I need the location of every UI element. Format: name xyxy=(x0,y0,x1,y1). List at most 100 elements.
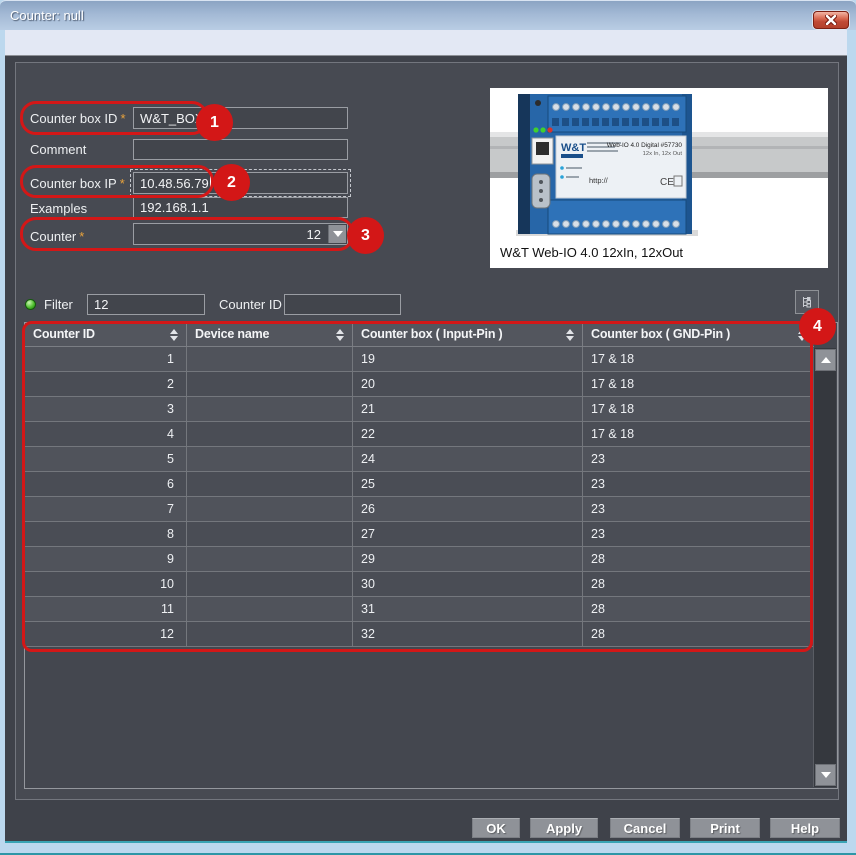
text-caret xyxy=(210,176,211,190)
column-title: Counter ID xyxy=(33,327,95,341)
counter-id-filter-input[interactable] xyxy=(284,294,401,315)
counter-box-id-input[interactable]: W&T_BOX xyxy=(133,107,348,129)
ok-button[interactable]: OK xyxy=(472,818,520,838)
cell-device-name xyxy=(187,547,353,571)
cell-device-name xyxy=(187,622,353,646)
cell-counter-id: 12 xyxy=(25,622,187,646)
cell-input-pin: 19 xyxy=(353,347,583,371)
cell-counter-id: 3 xyxy=(25,397,187,421)
cell-device-name xyxy=(187,372,353,396)
arrow-up-icon xyxy=(821,357,831,363)
counter-select[interactable]: 12 xyxy=(133,223,348,245)
close-icon xyxy=(825,15,837,25)
table-row[interactable]: 113128 xyxy=(25,597,814,622)
counter-box-ip-input[interactable]: 10.48.56.79 xyxy=(133,172,348,194)
window-title: Counter: null xyxy=(10,1,84,31)
counter-label: Counter* xyxy=(30,228,84,246)
apply-button[interactable]: Apply xyxy=(530,818,598,838)
table-scrollbar[interactable] xyxy=(813,348,836,787)
table-row[interactable]: 11917 & 18 xyxy=(25,347,814,372)
product-image: W&T Web-IO 4.0 Digital #57730 12x In, 12… xyxy=(490,88,828,268)
svg-text:12x In, 12x Out: 12x In, 12x Out xyxy=(643,151,683,157)
table-header: Counter ID Device name Counter box ( Inp… xyxy=(25,323,814,347)
sort-icon[interactable] xyxy=(170,329,178,341)
cell-input-pin: 31 xyxy=(353,597,583,621)
cell-input-pin: 25 xyxy=(353,472,583,496)
cell-input-pin: 26 xyxy=(353,497,583,521)
scroll-up-button[interactable] xyxy=(815,349,836,371)
table-row[interactable]: 62523 xyxy=(25,472,814,497)
cancel-button[interactable]: Cancel xyxy=(610,818,680,838)
column-title: Counter box ( GND-Pin ) xyxy=(591,327,730,341)
product-caption: W&T Web-IO 4.0 12xIn, 12xOut xyxy=(500,245,683,260)
column-title: Counter box ( Input-Pin ) xyxy=(361,327,503,341)
column-header-input-pin[interactable]: Counter box ( Input-Pin ) xyxy=(353,323,583,346)
cell-gnd-pin: 28 xyxy=(583,547,814,571)
label-text: Examples xyxy=(30,201,87,216)
cell-counter-id: 2 xyxy=(25,372,187,396)
cell-counter-id: 11 xyxy=(25,597,187,621)
input-value: 10.48.56.79 xyxy=(140,176,209,191)
filter-label: Filter xyxy=(44,296,73,314)
cell-counter-id: 4 xyxy=(25,422,187,446)
counter-id-filter-label: Counter ID xyxy=(219,296,282,314)
sort-icon[interactable] xyxy=(798,329,806,341)
cell-device-name xyxy=(187,447,353,471)
cell-counter-id: 8 xyxy=(25,522,187,546)
counter-box-id-label: Counter box ID* xyxy=(30,110,126,128)
column-header-device-name[interactable]: Device name xyxy=(187,323,353,346)
cell-gnd-pin: 17 & 18 xyxy=(583,347,814,371)
sort-icon[interactable] xyxy=(566,329,574,341)
cell-gnd-pin: 17 & 18 xyxy=(583,372,814,396)
cell-device-name xyxy=(187,347,353,371)
counter-box-ip-label: Counter box IP* xyxy=(30,175,125,193)
selected-value: 12 xyxy=(307,227,321,242)
table-row[interactable]: 82723 xyxy=(25,522,814,547)
required-asterisk: * xyxy=(120,111,125,126)
cell-device-name xyxy=(187,497,353,521)
cell-gnd-pin: 28 xyxy=(583,622,814,646)
title-bar[interactable]: Counter: null xyxy=(0,0,856,30)
cell-device-name xyxy=(187,572,353,596)
comment-input[interactable] xyxy=(133,139,348,160)
table-row[interactable]: 42217 & 18 xyxy=(25,422,814,447)
input-value: 192.168.1.1 xyxy=(140,200,209,215)
table-row[interactable]: 52423 xyxy=(25,447,814,472)
table-row[interactable]: 32117 & 18 xyxy=(25,397,814,422)
cell-gnd-pin: 17 & 18 xyxy=(583,397,814,421)
column-header-counter-id[interactable]: Counter ID xyxy=(25,323,187,346)
svg-text:Web-IO 4.0 Digital #57730: Web-IO 4.0 Digital #57730 xyxy=(607,142,683,149)
tree-icon xyxy=(800,295,814,309)
print-button[interactable]: Print xyxy=(690,818,760,838)
table-row[interactable]: 12 3228 xyxy=(25,622,814,647)
cell-input-pin: 32 xyxy=(353,622,583,646)
divider xyxy=(5,841,847,843)
chevron-down-icon xyxy=(333,231,343,237)
comment-label: Comment xyxy=(30,141,86,159)
cell-gnd-pin: 23 xyxy=(583,472,814,496)
cell-counter-id: 9 xyxy=(25,547,187,571)
cell-counter-id: 10 xyxy=(25,572,187,596)
table-row[interactable]: 7 2623 xyxy=(25,497,814,522)
help-button[interactable]: Help xyxy=(770,818,840,838)
filter-input[interactable]: 12 xyxy=(87,294,205,315)
table-row[interactable]: 9 2928 xyxy=(25,547,814,572)
counter-table: Counter ID Device name Counter box ( Inp… xyxy=(24,322,838,789)
column-settings-button[interactable] xyxy=(795,290,819,314)
close-button[interactable] xyxy=(813,11,849,29)
cell-counter-id: 5 xyxy=(25,447,187,471)
table-row[interactable]: 103028 xyxy=(25,572,814,597)
sort-icon[interactable] xyxy=(336,329,344,341)
input-value: 12 xyxy=(94,297,108,312)
scroll-down-button[interactable] xyxy=(815,764,836,786)
examples-input[interactable]: 192.168.1.1 xyxy=(133,197,348,218)
cell-gnd-pin: 23 xyxy=(583,497,814,521)
counter-dropdown-button[interactable] xyxy=(328,225,346,243)
input-value: W&T_BOX xyxy=(140,111,204,126)
cell-device-name xyxy=(187,397,353,421)
svg-text:W&T: W&T xyxy=(561,142,586,154)
table-row[interactable]: 22017 & 18 xyxy=(25,372,814,397)
cell-counter-id: 7 xyxy=(25,497,187,521)
cell-input-pin: 29 xyxy=(353,547,583,571)
column-header-gnd-pin[interactable]: Counter box ( GND-Pin ) xyxy=(583,323,814,346)
